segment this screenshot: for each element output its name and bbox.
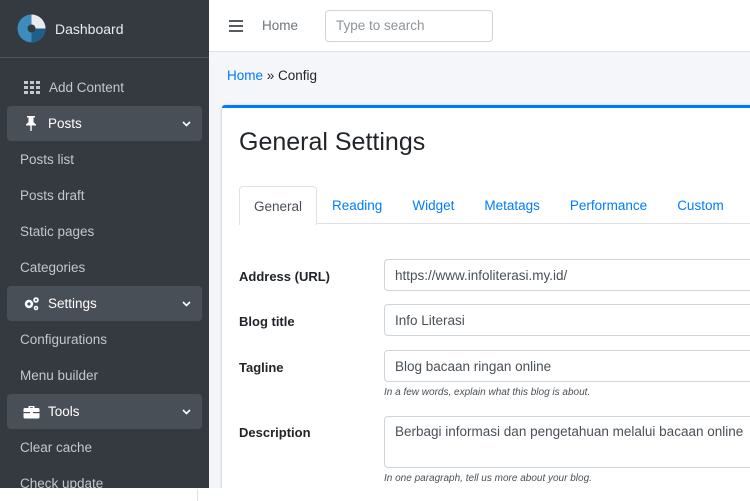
chevron-down-icon [182,409,191,415]
divider [197,489,198,501]
tagline-help-text: In a few words, explain what this blog i… [384,387,591,398]
sidebar-item-label: Menu builder [20,368,99,383]
sidebar-item-posts-draft[interactable]: Posts draft [0,178,202,213]
sidebar-item-configurations[interactable]: Configurations [0,322,202,357]
blog-title-label: Blog title [239,314,295,329]
sidebar-item-label: Check update [20,476,104,488]
tagline-field[interactable] [384,350,750,382]
description-field[interactable]: Berbagi informasi dan pengetahuan melalu… [384,416,750,468]
blog-title-field[interactable] [384,304,750,336]
grid-icon [23,80,41,96]
sidebar-item-label: Configurations [20,332,108,347]
sidebar-item-label: Static pages [20,224,95,239]
bottom-strip [0,488,750,501]
sidebar-item-label: Categories [20,260,86,275]
brand[interactable]: Dashboard [0,0,209,58]
cogs-icon [22,296,40,312]
sidebar-item-label: Posts draft [20,188,85,203]
address-label: Address (URL) [239,269,331,284]
sidebar: Dashboard Add Content Posts Posts list P… [0,0,209,488]
breadcrumb-current: Config [278,68,318,83]
topbar: Home [209,0,750,52]
description-label: Description [239,425,311,440]
description-help-text: In one paragraph, tell us more about you… [384,473,592,484]
sidebar-item-tools[interactable]: Tools [7,394,202,429]
chevron-down-icon [182,121,191,127]
tab-metatags[interactable]: Metatags [469,186,555,224]
chevron-down-icon [182,301,191,307]
sidebar-item-label: Clear cache [20,440,93,455]
sidebar-item-categories[interactable]: Categories [0,250,202,285]
settings-card: General Settings General Reading Widget … [222,105,750,501]
pin-icon [22,116,40,132]
sidebar-nav: Add Content Posts Posts list Posts draft… [0,58,209,488]
address-field[interactable] [384,259,750,291]
sidebar-item-check-update[interactable]: Check update [0,466,202,488]
breadcrumb: Home » Config [227,68,317,83]
breadcrumb-separator: » [263,68,279,83]
sidebar-item-label: Posts [48,116,82,131]
tab-performance[interactable]: Performance [555,186,662,224]
breadcrumb-home-link[interactable]: Home [227,68,263,83]
tab-custom[interactable]: Custom [662,186,739,224]
sidebar-item-static-pages[interactable]: Static pages [0,214,202,249]
tab-general[interactable]: General [239,186,318,225]
sidebar-item-add-content[interactable]: Add Content [7,70,202,105]
topbar-home-link[interactable]: Home [262,18,298,33]
sidebar-item-label: Settings [48,296,97,311]
sidebar-item-label: Tools [48,404,80,419]
sidebar-item-label: Add Content [49,80,125,95]
sidebar-item-settings[interactable]: Settings [7,286,202,321]
sidebar-item-clear-cache[interactable]: Clear cache [0,430,202,465]
tab-reading[interactable]: Reading [317,186,397,224]
sidebar-item-label: Posts list [20,152,75,167]
toolbox-icon [22,404,40,420]
brand-logo-icon [17,14,46,43]
tab-widget[interactable]: Widget [397,186,469,224]
tagline-label: Tagline [239,360,284,375]
settings-tabs: General Reading Widget Metatags Performa… [239,186,750,225]
brand-text: Dashboard [55,20,124,37]
page-title: General Settings [239,128,426,156]
search-input[interactable] [325,9,494,42]
sidebar-item-menu-builder[interactable]: Menu builder [0,358,202,393]
sidebar-item-posts[interactable]: Posts [7,106,202,141]
hamburger-menu-icon[interactable] [229,19,243,32]
sidebar-item-posts-list[interactable]: Posts list [0,142,202,177]
